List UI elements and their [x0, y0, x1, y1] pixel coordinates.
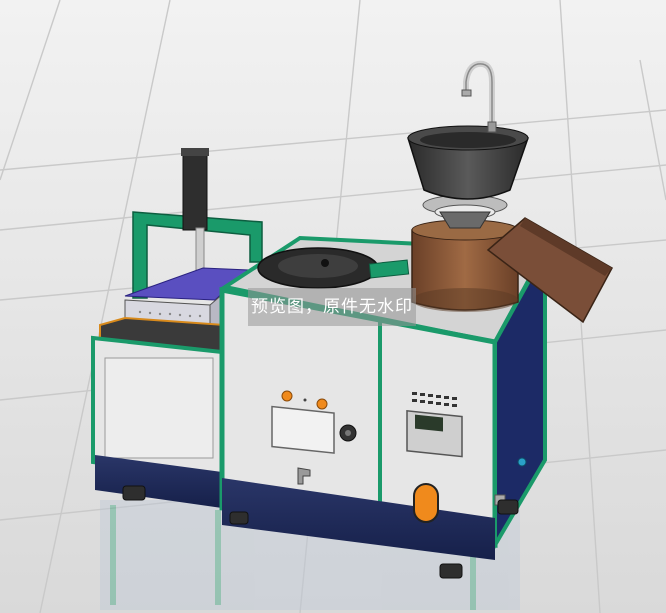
render-stage: 预览图，原件无水印	[0, 0, 666, 613]
control-panel	[271, 405, 335, 454]
knob-right	[316, 398, 328, 410]
press-cylinder	[182, 149, 208, 231]
level-window	[413, 483, 439, 523]
side-valve	[517, 457, 527, 467]
knob-left	[281, 390, 293, 402]
watermark-banner: 预览图，原件无水印	[248, 288, 416, 326]
